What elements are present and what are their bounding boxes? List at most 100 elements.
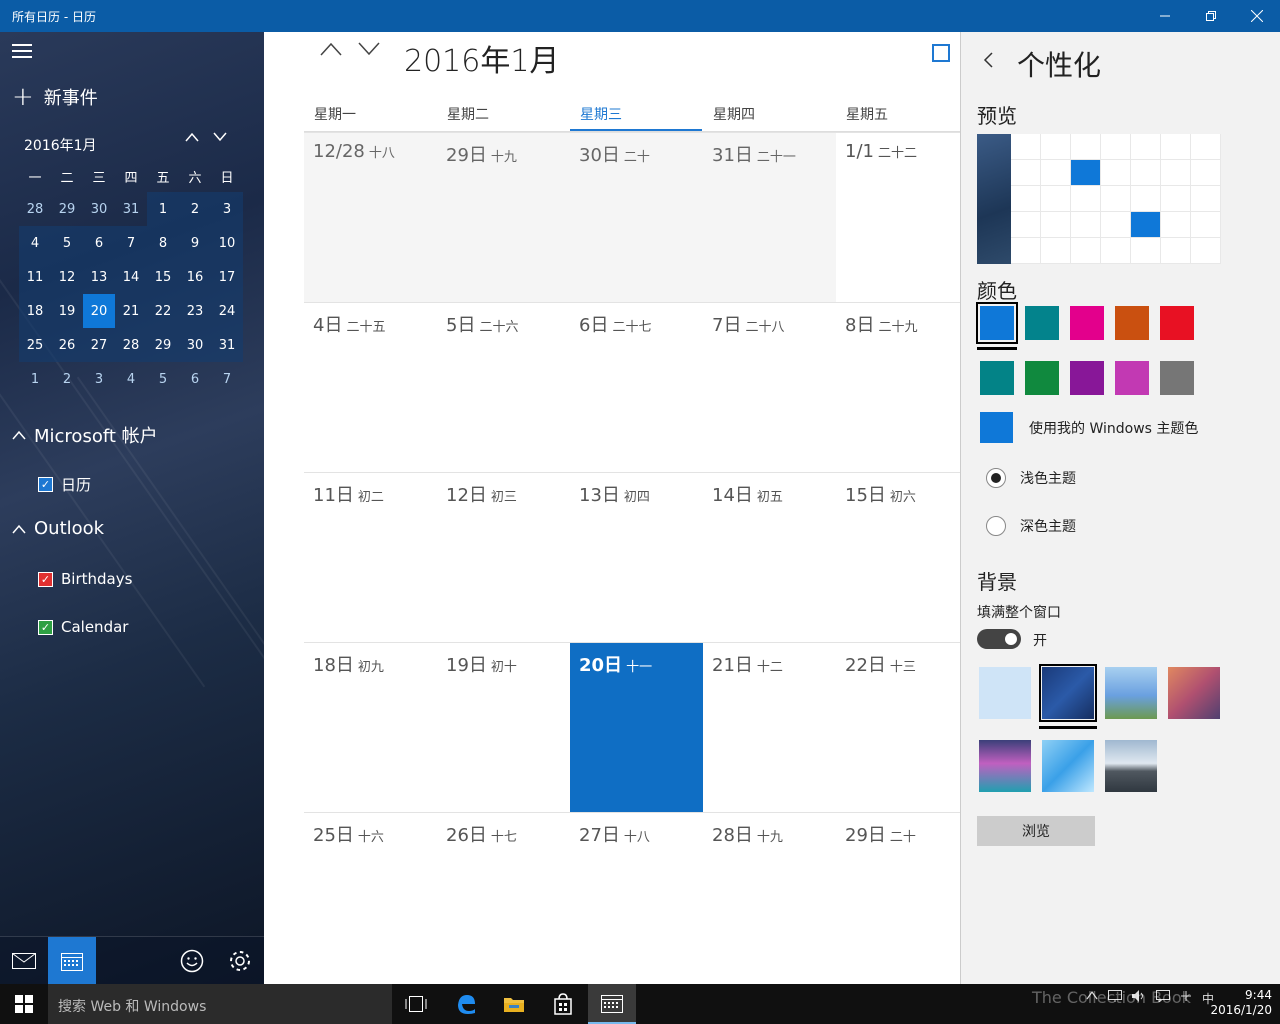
- day-cell[interactable]: 19日 初十: [437, 642, 570, 812]
- minimize-button[interactable]: [1142, 0, 1188, 32]
- mini-day[interactable]: 3: [83, 362, 115, 396]
- day-cell[interactable]: 8日 二十九: [836, 302, 960, 472]
- day-cell[interactable]: 28日 十九: [703, 812, 836, 982]
- restore-button[interactable]: [1188, 0, 1234, 32]
- calendar-taskbar-button[interactable]: [588, 984, 636, 1024]
- color-swatch[interactable]: [1160, 361, 1194, 395]
- color-swatch[interactable]: [1115, 306, 1149, 340]
- mini-day[interactable]: 4: [19, 226, 51, 260]
- mini-day[interactable]: 6: [179, 362, 211, 396]
- mini-day[interactable]: 8: [147, 226, 179, 260]
- mini-day[interactable]: 15: [147, 260, 179, 294]
- mini-day[interactable]: 29: [51, 192, 83, 226]
- task-view-button[interactable]: [392, 984, 440, 1024]
- day-cell[interactable]: 12/28 十八: [304, 132, 437, 302]
- mini-day[interactable]: 28: [115, 328, 147, 362]
- feedback-button[interactable]: [168, 937, 216, 984]
- mini-day[interactable]: 27: [83, 328, 115, 362]
- mini-day[interactable]: 1: [147, 192, 179, 226]
- day-cell[interactable]: 27日 十八: [570, 812, 703, 982]
- start-button[interactable]: [0, 984, 48, 1024]
- mini-day[interactable]: 16: [179, 260, 211, 294]
- mini-day[interactable]: 28: [19, 192, 51, 226]
- light-theme-radio[interactable]: 浅色主题: [986, 468, 1076, 488]
- mini-day[interactable]: 14: [115, 260, 147, 294]
- mini-day[interactable]: 4: [115, 362, 147, 396]
- file-explorer-button[interactable]: [490, 984, 538, 1024]
- close-button[interactable]: [1234, 0, 1280, 32]
- day-cell[interactable]: 7日 二十八: [703, 302, 836, 472]
- back-arrow-icon[interactable]: [983, 52, 993, 68]
- mini-day[interactable]: 17: [211, 260, 243, 294]
- day-cell-today[interactable]: 20日 十一: [570, 642, 703, 812]
- color-swatch[interactable]: [980, 361, 1014, 395]
- day-cell[interactable]: 29日 二十: [836, 812, 960, 982]
- color-swatch[interactable]: [976, 302, 1018, 344]
- day-cell[interactable]: 22日 十三: [836, 642, 960, 812]
- color-swatch[interactable]: [1070, 361, 1104, 395]
- background-option-hills[interactable]: [979, 740, 1031, 792]
- mini-day[interactable]: 11: [19, 260, 51, 294]
- mini-day[interactable]: 31: [211, 328, 243, 362]
- color-swatch[interactable]: [1025, 306, 1059, 340]
- background-option-canyon[interactable]: [1168, 667, 1220, 719]
- mini-day[interactable]: 24: [211, 294, 243, 328]
- day-cell[interactable]: 30日 二十: [570, 132, 703, 302]
- previous-month-icon[interactable]: [320, 42, 342, 56]
- day-cell[interactable]: 14日 初五: [703, 472, 836, 642]
- day-cell[interactable]: 12日 初三: [437, 472, 570, 642]
- mini-day[interactable]: 18: [19, 294, 51, 328]
- background-option-crystal[interactable]: [1042, 740, 1094, 792]
- background-option-starlight[interactable]: [1039, 664, 1097, 722]
- mini-day[interactable]: 13: [83, 260, 115, 294]
- checkbox-icon[interactable]: ✓: [38, 619, 53, 635]
- day-cell[interactable]: 1/1 二十二: [836, 132, 960, 302]
- next-month-icon[interactable]: [213, 132, 227, 142]
- calendar-item-calendar[interactable]: ✓ Calendar: [38, 618, 128, 636]
- new-event-button[interactable]: + 新事件: [12, 84, 98, 110]
- mini-day-today[interactable]: 20: [83, 294, 115, 328]
- day-cell[interactable]: 25日 十六: [304, 812, 437, 982]
- day-cell[interactable]: 6日 二十七: [570, 302, 703, 472]
- day-cell[interactable]: 21日 十二: [703, 642, 836, 812]
- color-swatch[interactable]: [1025, 361, 1059, 395]
- color-swatch[interactable]: [1115, 361, 1149, 395]
- next-month-icon[interactable]: [358, 42, 380, 56]
- mini-day[interactable]: 5: [147, 362, 179, 396]
- color-swatch[interactable]: [1160, 306, 1194, 340]
- mini-day[interactable]: 21: [115, 294, 147, 328]
- mini-day[interactable]: 29: [147, 328, 179, 362]
- background-option-tree[interactable]: [1105, 667, 1157, 719]
- day-cell[interactable]: 18日 初九: [304, 642, 437, 812]
- mini-day[interactable]: 30: [179, 328, 211, 362]
- background-option-light-blue[interactable]: [979, 667, 1031, 719]
- calendar-item-birthdays[interactable]: ✓ Birthdays: [38, 570, 132, 588]
- background-option-lake[interactable]: [1105, 740, 1157, 792]
- mini-day[interactable]: 30: [83, 192, 115, 226]
- mini-day[interactable]: 25: [19, 328, 51, 362]
- mini-day[interactable]: 26: [51, 328, 83, 362]
- windows-theme-color-option[interactable]: 使用我的 Windows 主题色: [980, 412, 1198, 443]
- mini-day[interactable]: 2: [51, 362, 83, 396]
- edge-button[interactable]: [442, 984, 490, 1024]
- dark-theme-radio[interactable]: 深色主题: [986, 516, 1076, 536]
- settings-button[interactable]: [216, 937, 264, 984]
- calendar-app-button[interactable]: [48, 937, 96, 984]
- checkbox-icon[interactable]: ✓: [38, 477, 53, 492]
- mini-day[interactable]: 31: [115, 192, 147, 226]
- day-cell[interactable]: 5日 二十六: [437, 302, 570, 472]
- account-outlook[interactable]: Outlook: [12, 518, 104, 539]
- day-cell[interactable]: 11日 初二: [304, 472, 437, 642]
- color-swatch[interactable]: [1070, 306, 1104, 340]
- search-box[interactable]: 搜索 Web 和 Windows: [48, 984, 392, 1024]
- mini-day[interactable]: 7: [115, 226, 147, 260]
- mini-day[interactable]: 1: [19, 362, 51, 396]
- fill-window-toggle[interactable]: [977, 629, 1021, 649]
- mini-day[interactable]: 3: [211, 192, 243, 226]
- mini-day[interactable]: 19: [51, 294, 83, 328]
- mini-day[interactable]: 2: [179, 192, 211, 226]
- mini-day[interactable]: 6: [83, 226, 115, 260]
- checkbox-icon[interactable]: ✓: [38, 571, 53, 587]
- day-cell[interactable]: 31日 二十一: [703, 132, 836, 302]
- mini-day[interactable]: 22: [147, 294, 179, 328]
